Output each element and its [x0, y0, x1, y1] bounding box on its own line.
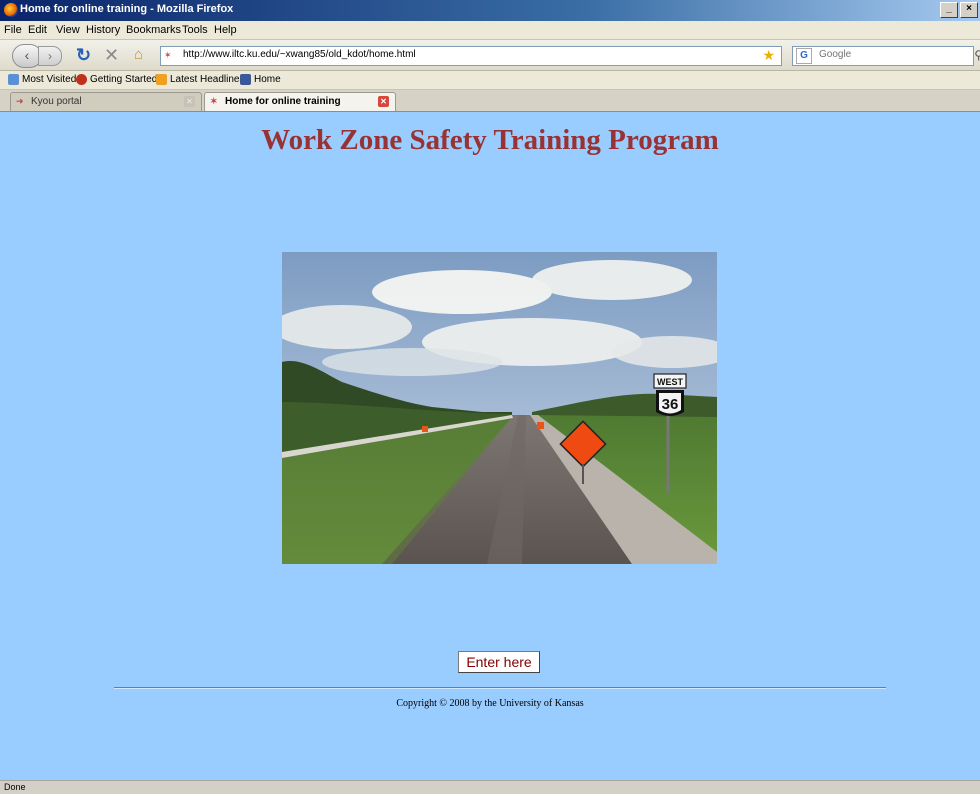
menu-view[interactable]: View: [56, 24, 80, 36]
window-controls: _ ×: [940, 2, 978, 18]
copyright-text: Copyright © 2008 by the University of Ka…: [396, 698, 584, 709]
tab-kyou-portal[interactable]: ➜ Kyou portal ✕: [10, 92, 202, 111]
tab-favicon-icon: ➜: [16, 96, 24, 106]
menu-bookmarks[interactable]: Bookmarks: [126, 24, 181, 36]
rss-feed-icon: [156, 74, 167, 85]
bookmark-getting-started[interactable]: Getting Started: [76, 74, 157, 85]
menu-history[interactable]: History: [86, 24, 120, 36]
page-content: Work Zone Safety Training Program WEST 3…: [0, 112, 980, 780]
enter-here-button[interactable]: Enter here: [458, 651, 540, 673]
close-tab-icon[interactable]: ✕: [184, 96, 195, 107]
menu-help[interactable]: Help: [214, 24, 237, 36]
facebook-icon: [240, 74, 251, 85]
horizontal-divider: [114, 687, 886, 689]
bookmark-label: Getting Started: [90, 74, 158, 85]
stop-icon[interactable]: ✕: [104, 45, 124, 65]
tab-home-online-training[interactable]: ✶ Home for online training ✕: [204, 92, 396, 111]
search-icon[interactable]: ⚲: [974, 48, 980, 62]
window-titlebar: Home for online training - Mozilla Firef…: [0, 0, 980, 21]
navigation-toolbar: ‹ › ↻ ✕ ⌂ ✶ http://www.iltc.ku.edu/~xwan…: [0, 40, 980, 71]
close-tab-icon[interactable]: ✕: [378, 96, 389, 107]
firefox-icon: [4, 3, 18, 17]
bookmark-home[interactable]: Home: [240, 74, 281, 85]
site-favicon-icon: ✶: [164, 50, 172, 60]
tab-label: Home for online training: [225, 96, 341, 107]
most-visited-icon: [8, 74, 19, 85]
page-title: Work Zone Safety Training Program: [261, 124, 719, 156]
url-text[interactable]: http://www.iltc.ku.edu/~xwang85/old_kdot…: [183, 49, 416, 60]
close-window-button[interactable]: ×: [960, 2, 978, 18]
search-input[interactable]: [819, 49, 959, 60]
tab-label: Kyou portal: [31, 96, 82, 107]
window-title: Home for online training - Mozilla Firef…: [20, 3, 234, 15]
road-work-zone-photo: WEST 36: [282, 252, 717, 564]
menu-file[interactable]: File: [4, 24, 22, 36]
sign-west-text: WEST: [657, 377, 684, 387]
search-engine-icon[interactable]: G: [796, 48, 812, 64]
getting-started-icon: [76, 74, 87, 85]
search-box[interactable]: G ⚲: [792, 46, 980, 66]
status-text: Done: [4, 782, 26, 792]
bookmark-label: Latest Headlines: [170, 74, 245, 85]
menu-tools[interactable]: Tools: [182, 24, 208, 36]
home-icon[interactable]: ⌂: [134, 45, 154, 65]
bookmark-label: Home: [254, 74, 281, 85]
bookmark-star-icon[interactable]: ★: [762, 47, 775, 64]
bookmark-latest-headlines[interactable]: Latest Headlines: [156, 74, 245, 85]
sign-route-number: 36: [662, 396, 679, 413]
bookmarks-toolbar: Most Visited Getting Started Latest Head…: [0, 71, 980, 90]
minimize-button[interactable]: _: [940, 2, 958, 18]
reload-icon[interactable]: ↻: [76, 45, 96, 65]
tab-favicon-icon: ✶: [210, 96, 218, 106]
tab-bar: ➜ Kyou portal ✕ ✶ Home for online traini…: [0, 90, 980, 112]
address-bar[interactable]: ✶ http://www.iltc.ku.edu/~xwang85/old_kd…: [160, 46, 782, 66]
bookmark-most-visited[interactable]: Most Visited: [8, 74, 76, 85]
forward-button[interactable]: ›: [38, 46, 62, 66]
bookmark-label: Most Visited: [22, 74, 77, 85]
status-bar: Done: [0, 780, 980, 794]
menu-edit[interactable]: Edit: [28, 24, 47, 36]
menu-bar: File Edit View History Bookmarks Tools H…: [0, 21, 980, 40]
